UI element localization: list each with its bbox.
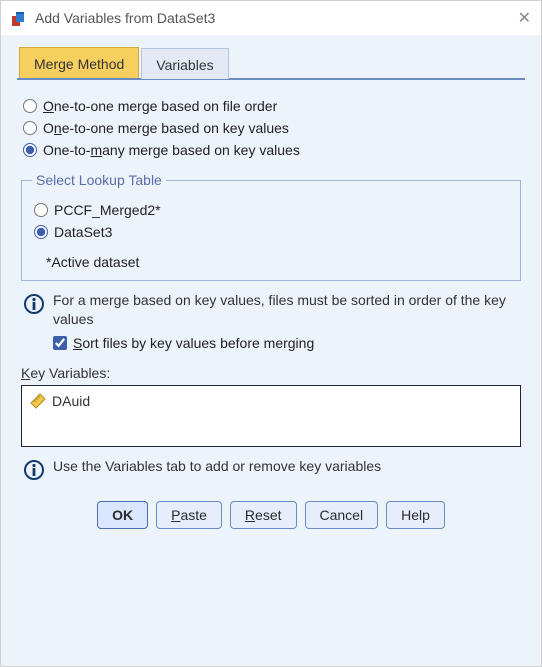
dialog-window: Add Variables from DataSet3 ✕ Merge Meth… — [0, 0, 542, 667]
lookup-legend: Select Lookup Table — [32, 172, 166, 188]
app-icon — [11, 9, 29, 27]
variables-tab-hint-text: Use the Variables tab to add or remove k… — [53, 457, 519, 476]
info-icon — [23, 459, 45, 481]
tabs: Merge Method Variables — [17, 43, 525, 80]
radio-label: One-to-many merge based on key values — [43, 142, 300, 158]
tab-merge-method[interactable]: Merge Method — [19, 47, 139, 78]
radio-input[interactable] — [23, 99, 37, 113]
tab-variables[interactable]: Variables — [141, 48, 228, 79]
sort-info: For a merge based on key values, files m… — [23, 291, 519, 329]
tab-label: Variables — [156, 57, 213, 73]
tab-label: Merge Method — [34, 56, 124, 72]
button-label: Reset — [245, 507, 282, 523]
info-icon — [23, 293, 45, 315]
ruler-icon — [30, 393, 46, 409]
reset-button[interactable]: Reset — [230, 501, 297, 529]
lookup-table-group: Select Lookup Table PCCF_Merged2* DataSe… — [21, 172, 521, 281]
radio-pccf-merged2[interactable]: PCCF_Merged2* — [32, 202, 510, 218]
button-bar: OK Paste Reset Cancel Help — [17, 485, 525, 543]
checkbox-label: Sort files by key values before merging — [73, 335, 314, 351]
radio-label: DataSet3 — [54, 224, 112, 240]
button-label: OK — [112, 507, 133, 523]
ok-button[interactable]: OK — [97, 501, 148, 529]
radio-one-to-one-key[interactable]: One-to-one merge based on key values — [21, 120, 521, 136]
cancel-button[interactable]: Cancel — [305, 501, 379, 529]
checkbox-sort-files[interactable]: Sort files by key values before merging — [51, 335, 521, 351]
button-label: Help — [401, 507, 430, 523]
key-variables-list[interactable]: DAuid — [21, 385, 521, 447]
paste-button[interactable]: Paste — [156, 501, 222, 529]
merge-method-pane: One-to-one merge based on file order One… — [17, 80, 525, 485]
radio-label: One-to-one merge based on key values — [43, 120, 289, 136]
key-variables-label: Key Variables: — [21, 365, 521, 381]
close-icon[interactable]: ✕ — [501, 8, 531, 28]
button-label: Paste — [171, 507, 207, 523]
radio-one-to-many-key[interactable]: One-to-many merge based on key values — [21, 142, 521, 158]
radio-one-to-one-file-order[interactable]: One-to-one merge based on file order — [21, 98, 521, 114]
radio-label: PCCF_Merged2* — [54, 202, 161, 218]
window-title: Add Variables from DataSet3 — [35, 10, 501, 26]
help-button[interactable]: Help — [386, 501, 445, 529]
button-label: Cancel — [320, 507, 364, 523]
titlebar: Add Variables from DataSet3 ✕ — [1, 1, 541, 35]
radio-dataset3[interactable]: DataSet3 — [32, 224, 510, 240]
radio-label: One-to-one merge based on file order — [43, 98, 277, 114]
radio-input[interactable] — [34, 203, 48, 217]
radio-input[interactable] — [23, 143, 37, 157]
content-area: Merge Method Variables One-to-one merge … — [1, 35, 541, 666]
list-item-label: DAuid — [52, 393, 90, 409]
active-dataset-note: *Active dataset — [46, 254, 508, 270]
list-item[interactable]: DAuid — [28, 392, 514, 410]
radio-input[interactable] — [23, 121, 37, 135]
sort-info-text: For a merge based on key values, files m… — [53, 291, 519, 329]
variables-tab-hint: Use the Variables tab to add or remove k… — [23, 457, 519, 481]
radio-input[interactable] — [34, 225, 48, 239]
checkbox-input[interactable] — [53, 336, 67, 350]
